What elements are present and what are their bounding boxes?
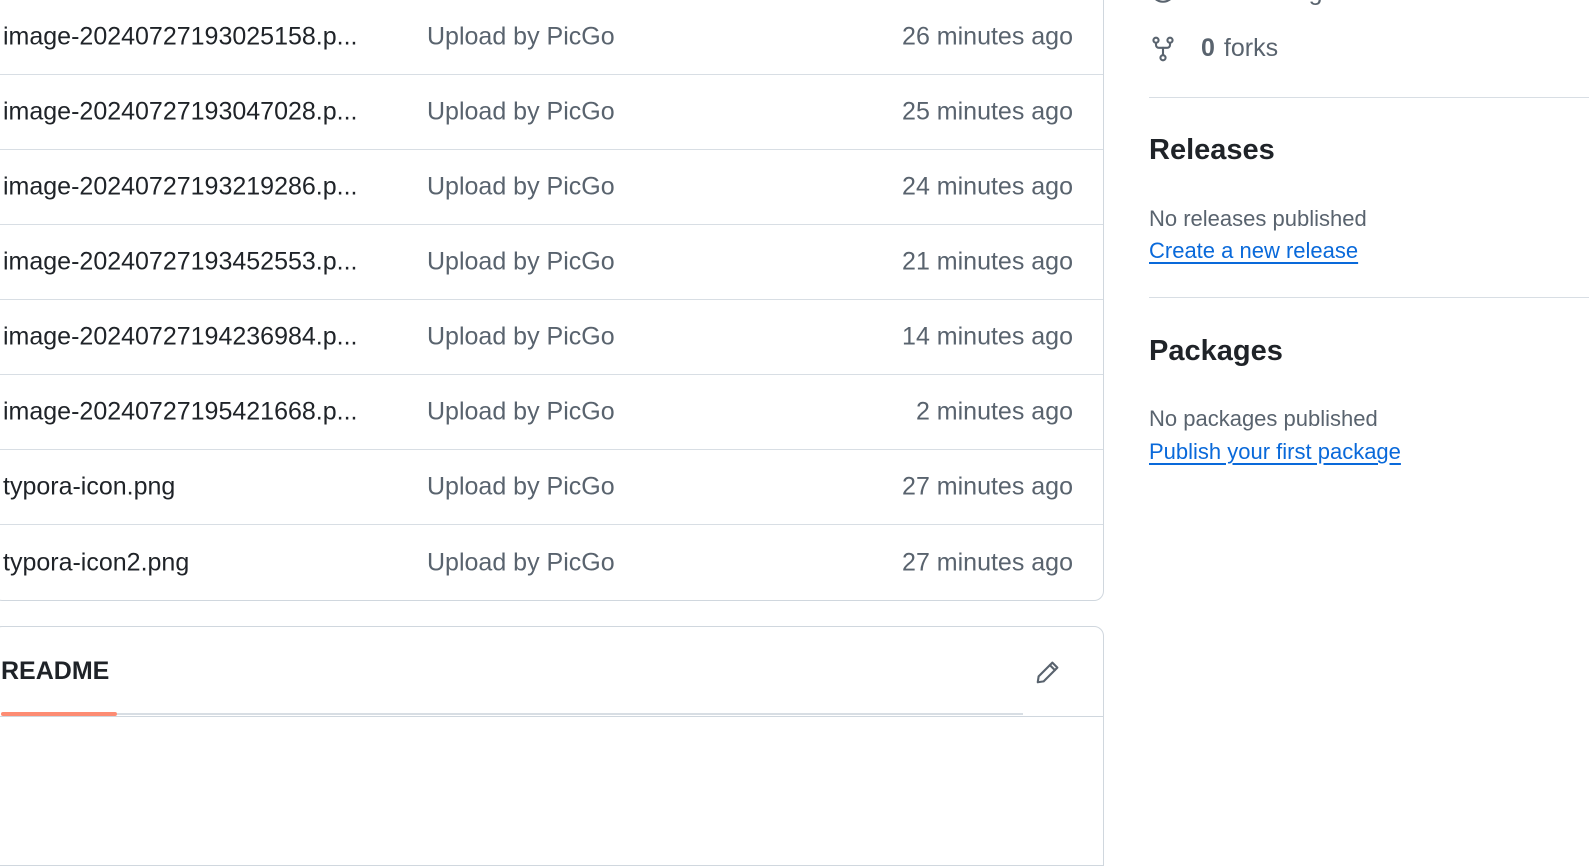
readme-tab-underline: [1, 712, 117, 716]
commit-message-link[interactable]: Upload by PicGo: [427, 248, 615, 277]
file-name-link[interactable]: typora-icon2.png: [3, 548, 189, 577]
watching-count: 1: [1201, 0, 1215, 7]
commit-message-link[interactable]: Upload by PicGo: [427, 473, 615, 502]
commit-time: 14 minutes ago: [902, 322, 1073, 351]
commit-message-link[interactable]: Upload by PicGo: [427, 398, 615, 427]
repo-forked-icon: [1149, 35, 1177, 63]
file-name-link[interactable]: image-20240727193452553.p...: [3, 248, 357, 277]
commit-message-link[interactable]: Upload by PicGo: [427, 23, 615, 52]
commit-time: 21 minutes ago: [902, 247, 1073, 276]
readme-tab[interactable]: README: [1, 657, 109, 686]
releases-heading[interactable]: Releases: [1149, 134, 1275, 167]
file-name-link[interactable]: image-20240727195421668.p...: [3, 398, 357, 427]
commit-time: 24 minutes ago: [902, 172, 1073, 201]
file-row[interactable]: typora-icon2.png Upload by PicGo 27 minu…: [0, 525, 1103, 600]
commit-time: 26 minutes ago: [902, 22, 1073, 51]
eye-icon: [1149, 0, 1177, 7]
commit-message-link[interactable]: Upload by PicGo: [427, 98, 615, 127]
readme-header: README: [0, 627, 1103, 717]
commit-time: 27 minutes ago: [902, 548, 1073, 576]
forks-count: 0: [1201, 34, 1215, 62]
file-row[interactable]: image-20240727194236984.p... Upload by P…: [0, 300, 1103, 375]
commit-message-link[interactable]: Upload by PicGo: [427, 323, 615, 352]
file-row[interactable]: image-20240727195421668.p... Upload by P…: [0, 375, 1103, 450]
packages-heading[interactable]: Packages: [1149, 335, 1283, 368]
file-row[interactable]: image-20240727193452553.p... Upload by P…: [0, 225, 1103, 300]
create-release-link[interactable]: Create a new release: [1149, 238, 1358, 264]
file-table: image-20240727193025158.p... Upload by P…: [0, 0, 1104, 601]
file-row[interactable]: image-20240727193025158.p... Upload by P…: [0, 0, 1103, 75]
readme-tab-track: [117, 713, 1023, 715]
edit-readme-button[interactable]: [1031, 655, 1065, 689]
forks-link[interactable]: 0 forks: [1149, 34, 1278, 63]
file-name-link[interactable]: typora-icon.png: [3, 473, 175, 502]
readme-panel: README: [0, 626, 1104, 866]
file-name-link[interactable]: image-20240727194236984.p...: [3, 323, 357, 352]
packages-empty-text: No packages published: [1149, 406, 1378, 431]
commit-time: 25 minutes ago: [902, 97, 1073, 126]
releases-empty-text: No releases published: [1149, 206, 1367, 231]
commit-time: 2 minutes ago: [915, 397, 1073, 426]
file-name-link[interactable]: image-20240727193025158.p...: [3, 23, 357, 52]
watching-label: watching: [1224, 0, 1323, 7]
commit-time: 27 minutes ago: [902, 472, 1073, 501]
file-row[interactable]: image-20240727193219286.p... Upload by P…: [0, 150, 1103, 225]
watching-link[interactable]: 1 watching: [1149, 0, 1323, 7]
pencil-icon: [1036, 661, 1059, 684]
sidebar-divider: [1149, 297, 1589, 298]
file-row[interactable]: image-20240727193047028.p... Upload by P…: [0, 75, 1103, 150]
file-name-link[interactable]: image-20240727193047028.p...: [3, 98, 357, 127]
file-row[interactable]: typora-icon.png Upload by PicGo 27 minut…: [0, 450, 1103, 525]
commit-message-link[interactable]: Upload by PicGo: [427, 548, 615, 577]
publish-package-link[interactable]: Publish your first package: [1149, 439, 1401, 465]
file-name-link[interactable]: image-20240727193219286.p...: [3, 173, 357, 202]
sidebar-divider: [1149, 97, 1589, 98]
forks-label: forks: [1223, 34, 1279, 62]
commit-message-link[interactable]: Upload by PicGo: [427, 173, 615, 202]
